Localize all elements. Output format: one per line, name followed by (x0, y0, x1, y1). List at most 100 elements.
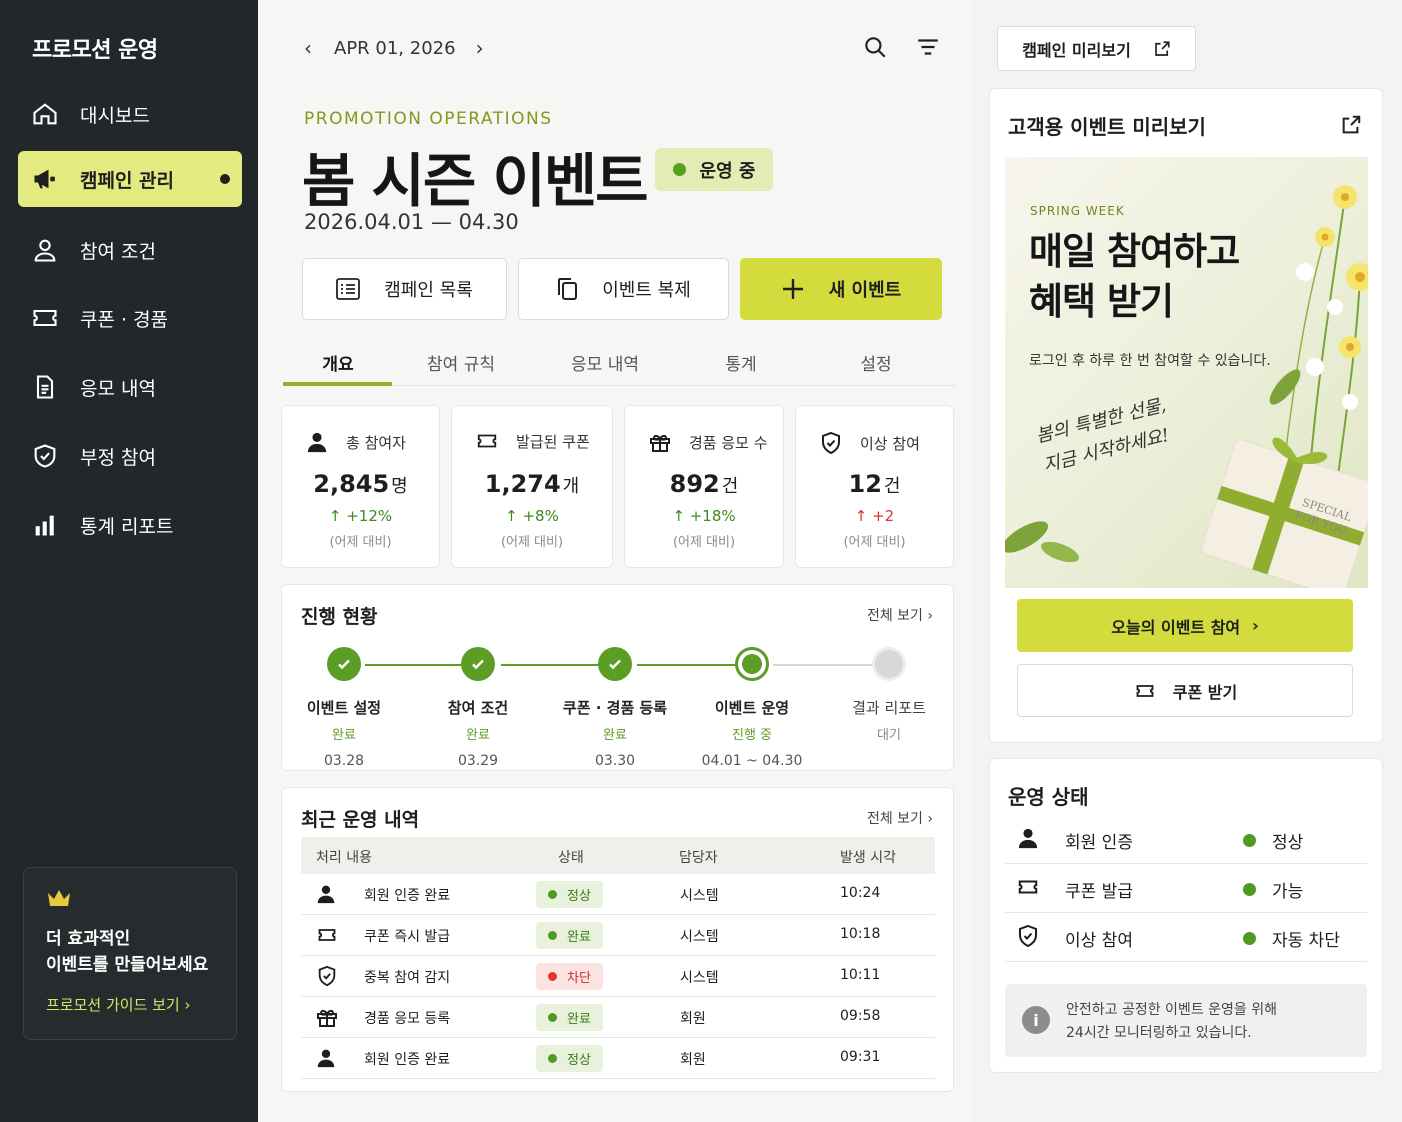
table-row[interactable]: 중복 참여 감지 차단 시스템 10:11 (301, 956, 935, 997)
progress-step: 쿠폰 · 경품 등록 완료 03.30 (550, 647, 680, 769)
stat-label: 총 참여자 (346, 433, 406, 452)
ops-row: 회원 인증 정상 (1005, 815, 1367, 864)
stat-label: 경품 응모 수 (689, 433, 768, 452)
chevron-right-icon: › (184, 996, 191, 1014)
stat-card-anomalies: 이상 참여 12 건 ↑ +2 (어제 대비) (795, 405, 954, 568)
campaign-preview-button[interactable]: 캠페인 미리보기 (997, 26, 1196, 71)
stat-value: 892 건 (669, 470, 739, 498)
step-date: 03.29 (457, 753, 499, 769)
stat-change: ↑ +12% (328, 507, 393, 525)
sidebar-item-label: 통계 리포트 (80, 515, 174, 538)
history-view-all-link[interactable]: 전체 보기 › (867, 808, 933, 828)
status-dot (1243, 883, 1256, 896)
bar-chart-icon (30, 510, 60, 540)
ticket-icon (315, 925, 339, 949)
stat-compare: (어제 대비) (329, 535, 392, 550)
sidebar-item-reports[interactable]: 통계 리포트 (18, 497, 242, 553)
page-title: 봄 시즌 이벤트 (302, 147, 649, 215)
stat-label: 이상 참여 (860, 434, 920, 453)
external-link-icon[interactable] (1340, 114, 1362, 140)
sidebar-item-conditions[interactable]: 참여 조건 (18, 222, 242, 278)
table-row[interactable]: 경품 응모 등록 완료 회원 09:58 (301, 997, 935, 1038)
tab-bar: 개요 참여 규칙 응모 내역 통계 설정 (283, 336, 955, 386)
status-dot (1243, 834, 1256, 847)
row-owner: 회원 (680, 1052, 706, 1068)
sidebar-item-coupons[interactable]: 쿠폰 · 경품 (18, 290, 242, 346)
row-task: 회원 인증 완료 (364, 1052, 451, 1068)
status-badge: 정상 (536, 881, 603, 908)
user-icon (316, 1047, 336, 1073)
progress-step: 참여 조건 완료 03.29 (413, 647, 543, 769)
preview-card-title: 고객용 이벤트 미리보기 (1008, 115, 1206, 139)
tab-rules[interactable]: 참여 규칙 (427, 350, 495, 375)
sidebar-item-campaign[interactable]: 캠페인 관리 (18, 151, 242, 207)
status-badge: 차단 (536, 963, 603, 990)
campaign-list-label: 캠페인 목록 (384, 280, 473, 301)
user-icon (316, 883, 336, 909)
sidebar-item-entries[interactable]: 응모 내역 (18, 359, 242, 415)
tab-settings[interactable]: 설정 (860, 350, 891, 375)
top-toolbar (862, 34, 942, 64)
ops-status: 자동 차단 (1272, 931, 1340, 951)
stat-compare: (어제 대비) (843, 535, 906, 550)
table-row[interactable]: 회원 인증 완료 정상 회원 09:31 (301, 1038, 935, 1079)
stat-value: 2,845 명 (313, 470, 408, 498)
table-row[interactable]: 쿠폰 즉시 발급 완료 시스템 10:18 (301, 915, 935, 956)
hero-eyebrow: SPRING WEEK (1030, 204, 1125, 218)
row-time: 10:18 (840, 926, 881, 942)
info-icon: i (1022, 1006, 1050, 1034)
sidebar-item-fraud[interactable]: 부정 참여 (18, 428, 242, 484)
check-icon (327, 647, 361, 681)
join-event-button[interactable]: 오늘의 이벤트 참여 › (1017, 599, 1353, 652)
sidebar-item-label: 쿠폰 · 경품 (80, 308, 169, 331)
user-icon (1017, 826, 1039, 855)
progress-step: 이벤트 설정 완료 03.28 (279, 647, 409, 769)
status-dot (672, 163, 686, 176)
sidebar-item-dashboard[interactable]: 대시보드 (18, 86, 242, 142)
pending-step-indicator (872, 647, 906, 681)
tab-stats[interactable]: 통계 (725, 350, 756, 375)
search-icon[interactable] (862, 34, 888, 64)
ticket-icon (1014, 876, 1042, 903)
guide-title: 더 효과적인 이벤트를 만들어보세요 (46, 929, 209, 975)
table-row[interactable]: 회원 인증 완료 정상 시스템 10:24 (301, 874, 935, 915)
guide-link-label: 프로모션 가이드 보기 (46, 996, 180, 1014)
step-date: 03.28 (323, 753, 365, 769)
progress-panel: 진행 현황 전체 보기 › 이벤트 설정 완료 03.28 참여 조건 완료 0… (281, 584, 954, 771)
filter-icon[interactable] (914, 34, 942, 64)
prev-date-button[interactable]: ‹ (298, 36, 318, 60)
tab-entries[interactable]: 응모 내역 (571, 350, 639, 375)
row-task: 회원 인증 완료 (364, 888, 451, 904)
progress-step: 결과 리포트 대기 (824, 647, 954, 743)
external-link-icon (1153, 40, 1171, 58)
user-icon (30, 235, 60, 265)
plus-icon (781, 277, 805, 301)
ops-status: 가능 (1272, 882, 1304, 902)
campaign-list-button[interactable]: 캠페인 목록 (302, 258, 507, 320)
progress-view-all-link[interactable]: 전체 보기 › (867, 605, 933, 625)
row-task: 중복 참여 감지 (364, 970, 451, 986)
step-status: 대기 (877, 728, 901, 743)
get-coupon-button[interactable]: 쿠폰 받기 (1017, 664, 1353, 717)
stat-compare: (어제 대비) (672, 535, 736, 550)
page-eyebrow: PROMOTION OPERATIONS (304, 109, 553, 129)
row-task: 쿠폰 즉시 발급 (364, 929, 451, 945)
new-event-button[interactable]: 새 이벤트 (740, 258, 942, 320)
guide-link[interactable]: 프로모션 가이드 보기 › (46, 994, 191, 1015)
guide-card: 더 효과적인 이벤트를 만들어보세요 프로모션 가이드 보기 › (23, 867, 237, 1040)
spring-flowers-illustration: SPECIAL FOR YOU (1005, 185, 1368, 588)
duplicate-event-button[interactable]: 이벤트 복제 (518, 258, 729, 320)
tab-overview[interactable]: 개요 (322, 350, 353, 375)
stat-value: 12 건 (848, 470, 901, 498)
shield-icon (30, 441, 60, 471)
progress-step: 이벤트 운영 진행 중 04.01 ~ 04.30 (687, 647, 817, 769)
status-badge: 정상 (536, 1045, 603, 1072)
step-name: 이벤트 설정 (306, 699, 382, 717)
get-coupon-label: 쿠폰 받기 (1172, 682, 1238, 702)
step-name: 참여 조건 (447, 699, 509, 717)
row-time: 10:24 (840, 885, 881, 901)
step-name: 결과 리포트 (852, 699, 926, 717)
sidebar-item-label: 참여 조건 (80, 240, 156, 263)
next-date-button[interactable]: › (470, 36, 490, 60)
notice-text: 안전하고 공정한 이벤트 운영을 위해 24시간 모니터링하고 있습니다. (1066, 1002, 1277, 1041)
